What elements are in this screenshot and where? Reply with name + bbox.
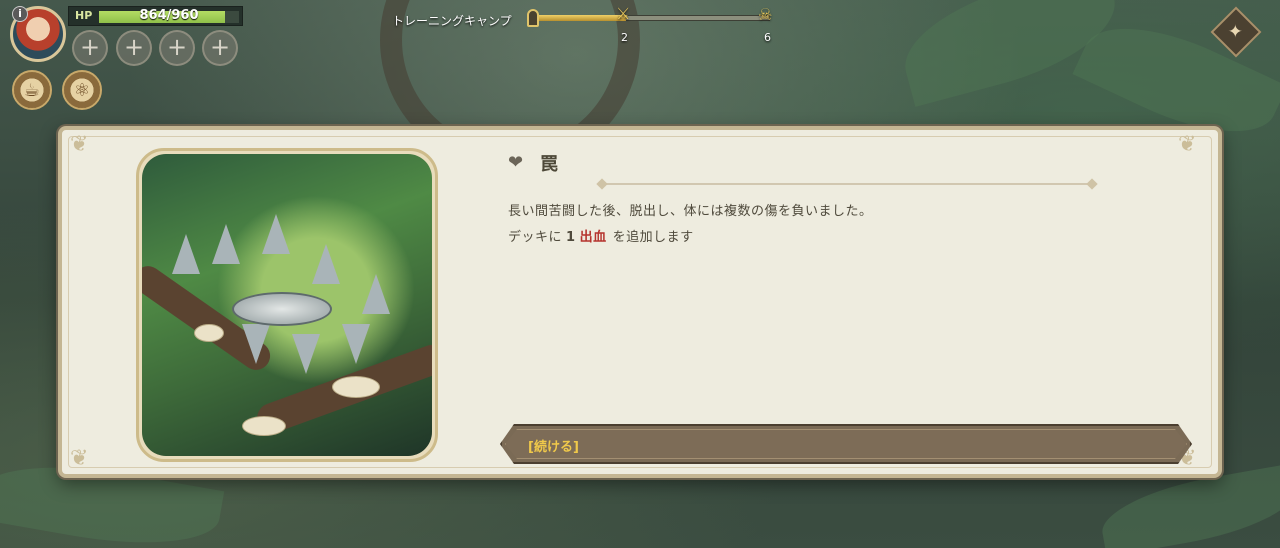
trap-spike: [212, 224, 240, 264]
trap-illustration: [142, 154, 432, 456]
corner-ornament-icon: ❦: [70, 132, 89, 157]
start-gate-icon: [527, 9, 539, 27]
event-effect: デッキに 1 出血 を追加します: [508, 226, 694, 245]
mushroom: [194, 324, 224, 342]
hp-value: 864/960: [139, 8, 199, 23]
trap-pressure-plate: [232, 292, 332, 326]
mushroom: [242, 416, 286, 436]
event-title: 罠: [540, 154, 558, 175]
compass-star-icon: ✦: [1227, 21, 1243, 43]
current-node-number: 2: [621, 31, 628, 44]
current-node-crossed-swords-icon: ⚔: [616, 4, 631, 23]
potion-slot-4[interactable]: +: [202, 30, 238, 66]
mushroom: [332, 376, 380, 398]
boss-node-skull-icon: ☠: [758, 5, 773, 24]
corner-ornament-icon: ❦: [1178, 446, 1197, 471]
potion-slot-3[interactable]: +: [159, 30, 195, 66]
effect-suffix: を追加します: [612, 230, 694, 245]
trap-spike: [292, 334, 320, 374]
event-illustration-frame: [136, 148, 438, 462]
cup-relic-icon[interactable]: ☕: [12, 70, 52, 110]
corner-ornament-icon: ❦: [1178, 132, 1197, 157]
hp-bar: HP 864/960: [68, 6, 243, 26]
boss-node-number: 6: [764, 31, 771, 44]
hp-label: HP: [75, 9, 93, 22]
trap-spike: [362, 274, 390, 314]
event-description: 長い間苦闘した後、脱出し、体には複数の傷を負いました。: [508, 204, 873, 219]
event-dialog: ❦ ❦ ❦ ❦ ❤ 罠 長い間苦闘した後、脱出し、体には複数の傷を負いました。 …: [58, 126, 1222, 478]
potion-slot-2[interactable]: +: [116, 30, 152, 66]
trap-spike: [262, 214, 290, 254]
effect-prefix: デッキに: [508, 230, 563, 245]
info-icon[interactable]: i: [12, 6, 28, 22]
trap-spike: [342, 324, 370, 364]
event-type-icon: ❤: [508, 152, 524, 173]
corner-ornament-icon: ❦: [70, 446, 89, 471]
trap-spike: [242, 324, 270, 364]
effect-keyword-bleed[interactable]: 出血: [580, 230, 607, 245]
continue-button-inner: [505, 429, 1187, 459]
potion-slot-1[interactable]: +: [72, 30, 108, 66]
continue-button[interactable]: [続ける]: [500, 424, 1192, 464]
trap-spike: [312, 244, 340, 284]
potion-relic-icon[interactable]: ⚛: [62, 70, 102, 110]
stage-title: トレーニングキャンプ: [392, 14, 512, 28]
trap-spike: [172, 234, 200, 274]
effect-count: 1: [566, 230, 576, 245]
title-divider: [602, 183, 1092, 185]
progress-fill: [530, 15, 626, 21]
continue-label: [続ける]: [528, 440, 579, 455]
